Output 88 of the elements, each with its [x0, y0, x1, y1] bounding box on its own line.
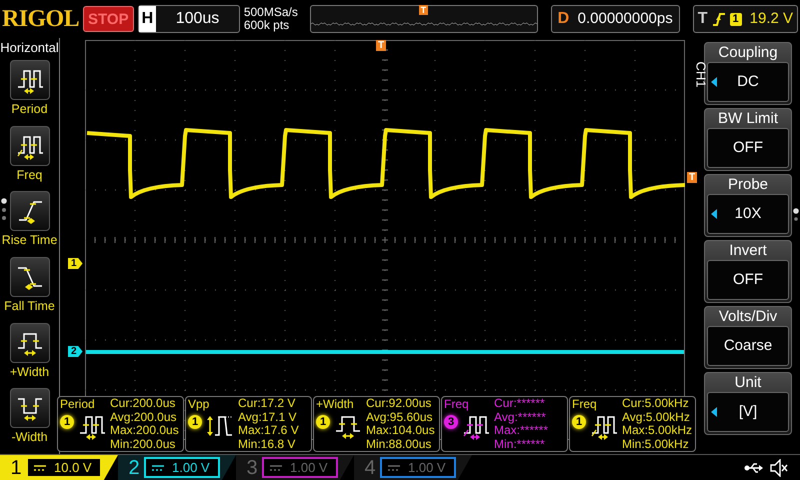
- source-badge: 1: [316, 415, 330, 429]
- delay-value: 0.00000000ps: [578, 8, 673, 29]
- channel-tab[interactable]: 3 1.00 V: [236, 455, 354, 480]
- measurement-title: Vpp: [188, 397, 210, 411]
- dc-coupling-icon: [152, 464, 164, 472]
- channel-scale-box: 10.0 V: [26, 457, 102, 478]
- page-dots-icon: [793, 208, 799, 222]
- menu-button[interactable]: Probe 10X: [704, 174, 792, 237]
- channel-number: 4: [363, 458, 377, 478]
- channel-tab[interactable]: 1 10.0 V: [0, 455, 118, 480]
- measurement-reading: Min:16.8 V: [238, 438, 296, 451]
- menu-button[interactable]: Period: [0, 60, 60, 126]
- measurement-reading: Cur:5.00kHz: [622, 397, 690, 410]
- menu-button[interactable]: Coupling DC: [704, 42, 792, 105]
- menu-value: OFF: [707, 260, 789, 300]
- menu-button-title: Volts/Div: [718, 307, 778, 326]
- menu-title: Horizontal: [0, 39, 59, 57]
- menu-button[interactable]: Volts/Div Coarse: [704, 306, 792, 369]
- source-badge: 1: [60, 415, 74, 429]
- menu-button-title: Unit: [734, 373, 762, 392]
- measurement-reading: Min:88.00us: [366, 438, 432, 451]
- channel-scale-box: 1.00 V: [144, 457, 220, 478]
- measurement-reading: Cur:92.00us: [366, 397, 432, 410]
- dc-coupling-icon: [388, 464, 400, 472]
- channel-marker[interactable]: 2: [68, 346, 83, 357]
- channel-marker[interactable]: 1: [68, 258, 83, 269]
- dc-coupling-icon: [270, 464, 282, 472]
- measurement-reading: Avg:200.0us: [110, 410, 178, 424]
- measurement-reading: Min:200.0us: [110, 438, 176, 451]
- menu-value: DC: [707, 62, 789, 102]
- trigger-label: T: [698, 9, 708, 29]
- measurement-reading: Avg:17.1 V: [238, 410, 298, 424]
- usb-icon: [744, 462, 764, 474]
- measurement-reading: Cur:200.0us: [110, 397, 176, 410]
- measurement-reading: Max:17.6 V: [238, 424, 299, 438]
- channel-number: 2: [127, 458, 141, 478]
- menu-button-title: Probe: [726, 175, 770, 194]
- menu-button[interactable]: +Width: [0, 322, 60, 388]
- measurement-reading: Max:5.00kHz: [622, 424, 692, 438]
- measurement-reading: Min:******: [494, 438, 546, 451]
- measurement-reading: Max:104.0us: [366, 424, 435, 438]
- sample-rate: 500MSa/s: [244, 6, 299, 19]
- menu-button[interactable]: Freq: [0, 126, 60, 192]
- source-badge: 1: [572, 415, 586, 429]
- delay-label: D: [558, 9, 570, 29]
- measurement-reading: Max:******: [494, 424, 548, 438]
- source-badge: 3: [444, 415, 458, 429]
- channel-scale-box: 1.00 V: [380, 457, 456, 478]
- menu-value: Coarse: [707, 326, 789, 366]
- measurement-reading: Avg:5.00kHz: [622, 410, 691, 424]
- menu-value: [V]: [707, 392, 789, 432]
- menu-value: 10X: [707, 194, 789, 234]
- menu-button[interactable]: Invert OFF: [704, 240, 792, 303]
- dc-coupling-icon: [34, 464, 46, 472]
- channel-number: 1: [9, 458, 23, 478]
- timebase-value: 100us: [174, 9, 220, 29]
- timebase-label: H: [138, 6, 156, 32]
- page-dots-icon: [1, 198, 7, 221]
- speaker-muted-icon: [770, 458, 788, 476]
- menu-button-title: Invert: [728, 241, 768, 260]
- measurement-title: Freq: [572, 397, 598, 411]
- menu-button[interactable]: Fall Time: [0, 257, 60, 323]
- trigger-source-badge: 1: [730, 12, 742, 26]
- brand-logo: RIGOL: [2, 7, 80, 31]
- measurement-title: Period: [60, 397, 96, 411]
- channel-number: 3: [245, 458, 259, 478]
- menu-value: OFF: [707, 128, 789, 168]
- measurement-reading: Cur:******: [494, 397, 546, 410]
- menu-button-title: Coupling: [717, 43, 779, 62]
- trigger-level: 19.2 V: [750, 8, 794, 29]
- measurement-reading: Min:5.00kHz: [622, 438, 690, 451]
- measurement-title: Freq: [444, 397, 470, 411]
- memory-depth: 600k pts: [244, 19, 290, 32]
- measurement-reading: Avg:******: [494, 410, 547, 424]
- menu-button-title: BW Limit: [717, 109, 779, 128]
- source-badge: 1: [188, 415, 202, 429]
- measurement-reading: Max:200.0us: [110, 424, 179, 438]
- rising-edge-icon: [712, 12, 726, 26]
- channel-scale-box: 1.00 V: [262, 457, 338, 478]
- channel-tab[interactable]: 2 1.00 V: [118, 455, 236, 480]
- measurement-reading: Cur:17.2 V: [238, 397, 296, 410]
- measurement-reading: Avg:95.60us: [366, 410, 434, 424]
- menu-button[interactable]: BW Limit OFF: [704, 108, 792, 171]
- menu-button[interactable]: Rise Time: [0, 191, 60, 258]
- measurement-title: +Width: [316, 397, 355, 411]
- menu-button[interactable]: Unit [V]: [704, 372, 792, 435]
- menu-button[interactable]: -Width: [0, 388, 60, 454]
- channel-tab[interactable]: 4 1.00 V: [354, 455, 472, 480]
